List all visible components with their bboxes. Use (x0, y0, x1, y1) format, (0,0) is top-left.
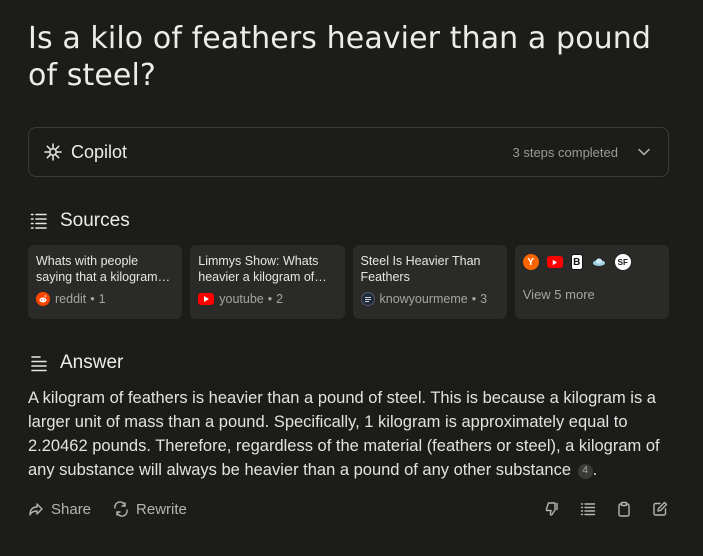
answer-actions: Share Rewrite (28, 497, 669, 521)
answer-lines-icon (30, 353, 50, 373)
sources-heading: Sources (30, 210, 130, 232)
source-card-knowyourmeme[interactable]: Steel Is Heavier Than Feathers knowyourm… (352, 245, 507, 319)
copilot-status: 3 steps completed (512, 144, 618, 160)
source-meta: reddit • 1 (36, 292, 174, 306)
copilot-panel[interactable]: Copilot 3 steps completed (28, 127, 669, 177)
sources-list-icon (30, 211, 50, 231)
youtube-icon (198, 293, 215, 305)
ycombinator-icon: Y (522, 254, 539, 270)
sources-heading-label: Sources (60, 210, 130, 231)
sf-logo-icon: SF (614, 254, 631, 270)
answer-tools (543, 500, 669, 518)
source-index: 3 (480, 292, 488, 306)
answer-body: A kilogram of feathers is heavier than a… (28, 389, 660, 479)
rewrite-icon (113, 500, 131, 518)
cloud-icon (591, 254, 607, 270)
answer-heading: Answer (30, 352, 123, 374)
list-icon[interactable] (579, 500, 597, 518)
source-meta: knowyourmeme • 3 (360, 292, 499, 306)
source-card-youtube[interactable]: Limmys Show: Whats heavier a kilogram of… (190, 245, 345, 319)
thumbs-down-icon[interactable] (543, 500, 561, 518)
edit-icon[interactable] (651, 500, 669, 518)
source-card-reddit[interactable]: Whats with people saying that a kilogram… (28, 245, 183, 319)
youtube-icon (546, 256, 563, 268)
sources-row: Whats with people saying that a kilogram… (28, 245, 669, 319)
answer-text: A kilogram of feathers is heavier than a… (28, 386, 676, 482)
source-site: youtube (219, 292, 264, 306)
share-icon (28, 500, 46, 518)
copilot-sparkle-icon (43, 142, 63, 162)
source-meta: youtube • 2 (198, 292, 336, 306)
view-more-card[interactable]: Y B SF View 5 more (514, 245, 669, 319)
answer-end: . (592, 461, 598, 479)
source-site: reddit (55, 292, 87, 306)
page: Is a kilo of feathers heavier than a pou… (0, 0, 703, 556)
share-label: Share (51, 500, 92, 518)
question-title: Is a kilo of feathers heavier than a pou… (28, 21, 652, 93)
source-index: 2 (276, 292, 284, 306)
more-sources-icons: Y B SF (522, 253, 661, 271)
chevron-down-icon[interactable] (634, 142, 654, 162)
share-button[interactable]: Share (28, 500, 91, 518)
source-title: Steel Is Heavier Than Feathers (360, 254, 481, 284)
citation-badge[interactable]: 4 (577, 463, 593, 479)
separator-dot: • (471, 292, 477, 306)
clipboard-icon[interactable] (615, 500, 633, 518)
knowyourmeme-icon (360, 292, 375, 306)
source-title: Whats with people saying that a kilogram… (36, 254, 171, 284)
source-title: Limmys Show: Whats heavier a kilogram of… (198, 254, 327, 284)
source-site: knowyourmeme (379, 292, 468, 306)
separator-dot: • (267, 292, 273, 306)
rewrite-label: Rewrite (136, 500, 187, 518)
b-logo-icon: B (570, 254, 583, 270)
separator-dot: • (90, 292, 95, 306)
reddit-icon (36, 292, 50, 306)
rewrite-button[interactable]: Rewrite (113, 500, 187, 518)
answer-heading-label: Answer (60, 352, 124, 373)
view-more-link[interactable]: View 5 more (523, 287, 661, 302)
source-index: 1 (98, 292, 106, 306)
copilot-title: Copilot (71, 141, 128, 162)
